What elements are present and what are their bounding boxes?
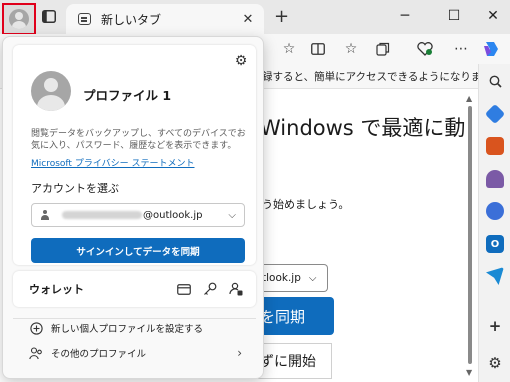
tools-icon[interactable] <box>486 137 504 155</box>
profile-card: ⚙ プロファイル 1 閲覧データをバックアップし、すべてのデバイスでお気に入り、… <box>13 45 256 265</box>
masked-email <box>62 211 142 219</box>
page-sync-button[interactable]: を同期 <box>258 297 334 335</box>
person-icon <box>40 210 50 220</box>
profile-flyout: ⚙ プロファイル 1 閲覧データをバックアップし、すべてのデバイスでお気に入り、… <box>2 36 264 379</box>
favorites-bar-text: 録すると、簡単にアクセスできるようになりま... <box>262 71 492 83</box>
split-screen-icon[interactable] <box>309 40 327 58</box>
wallet-label: ウォレット <box>29 283 84 296</box>
health-icon[interactable] <box>416 40 434 58</box>
sign-in-sync-button[interactable]: サインインしてデータを同期 <box>31 238 245 263</box>
chevron-down-icon: ⌵ <box>308 272 317 284</box>
title-bar: 新しいタブ ✕ + ─ ☐ ✕ <box>0 0 510 35</box>
games-icon[interactable] <box>486 170 504 188</box>
key-icon[interactable] <box>202 281 218 297</box>
other-profiles-item[interactable]: その他のプロファイル › <box>13 342 256 364</box>
other-profiles-label: その他のプロファイル <box>51 349 147 360</box>
wallet-row[interactable]: ウォレット <box>13 271 256 307</box>
new-tab-page-icon <box>78 13 91 25</box>
tab-title: 新しいタブ <box>101 12 162 27</box>
page-account-select-value: tlook.jp <box>262 272 301 284</box>
page-subtext: う始めましょう。 <box>262 198 350 211</box>
tab-actions-icon[interactable] <box>42 10 56 23</box>
add-icon[interactable]: + <box>486 317 504 335</box>
edge-sidebar: O + ⚙ <box>478 64 510 382</box>
page-scrollbar[interactable]: ▲ ▼ <box>464 92 476 382</box>
chevron-down-icon: ⌵ <box>228 209 236 221</box>
avatar <box>31 71 71 111</box>
close-tab-icon[interactable]: ✕ <box>238 12 258 27</box>
add-circle-icon <box>29 321 43 335</box>
page-account-select[interactable]: tlook.jp ⌵ <box>258 264 328 292</box>
scroll-down-icon[interactable]: ▼ <box>466 368 472 377</box>
shopping-icon[interactable] <box>484 103 506 125</box>
microsoft365-icon[interactable] <box>486 202 504 220</box>
close-window-button[interactable]: ✕ <box>483 8 503 24</box>
scroll-up-icon[interactable]: ▲ <box>466 94 472 103</box>
chevron-right-icon: › <box>237 346 242 360</box>
collections-icon[interactable] <box>374 40 392 58</box>
tab-new-tab[interactable]: 新しいタブ ✕ <box>66 4 264 34</box>
copilot-icon[interactable] <box>482 40 500 58</box>
send-icon[interactable] <box>486 267 504 285</box>
more-icon[interactable]: ⋯ <box>452 40 470 58</box>
scroll-thumb[interactable] <box>468 106 472 364</box>
page-start-without-sync-button[interactable]: ずに開始 <box>258 343 332 379</box>
minimize-button[interactable]: ─ <box>395 8 415 24</box>
choose-account-label: アカウントを選ぶ <box>31 182 119 195</box>
maximize-button[interactable]: ☐ <box>444 8 464 24</box>
profile-icon <box>9 9 29 29</box>
outlook-icon[interactable]: O <box>486 235 504 253</box>
add-profile-label: 新しい個人プロファイルを設定する <box>51 324 204 335</box>
add-profile-item[interactable]: 新しい個人プロファイルを設定する <box>13 317 256 339</box>
new-tab-button[interactable]: + <box>274 8 289 26</box>
people-icon <box>29 346 43 360</box>
settings-icon[interactable]: ⚙ <box>486 354 504 372</box>
gear-icon[interactable]: ⚙ <box>233 53 249 69</box>
personal-info-icon[interactable] <box>228 281 244 297</box>
favorites-icon[interactable]: ☆ <box>342 40 360 58</box>
profile-name: プロファイル 1 <box>83 88 172 103</box>
account-domain: @outlook.jp <box>143 209 203 221</box>
search-icon[interactable] <box>486 72 504 90</box>
page-heading: Windows で最適に動 <box>260 116 466 140</box>
account-dropdown[interactable]: @outlook.jp ⌵ <box>31 203 245 227</box>
sync-description: 閲覧データをバックアップし、すべてのデバイスでお気に入り、パスワード、履歴などを… <box>31 129 246 151</box>
credit-card-icon[interactable] <box>176 281 192 297</box>
privacy-statement-link[interactable]: Microsoft プライバシー ステートメント <box>31 156 195 169</box>
favorite-star-icon[interactable]: ☆ <box>280 40 298 58</box>
profile-button[interactable] <box>2 3 36 35</box>
